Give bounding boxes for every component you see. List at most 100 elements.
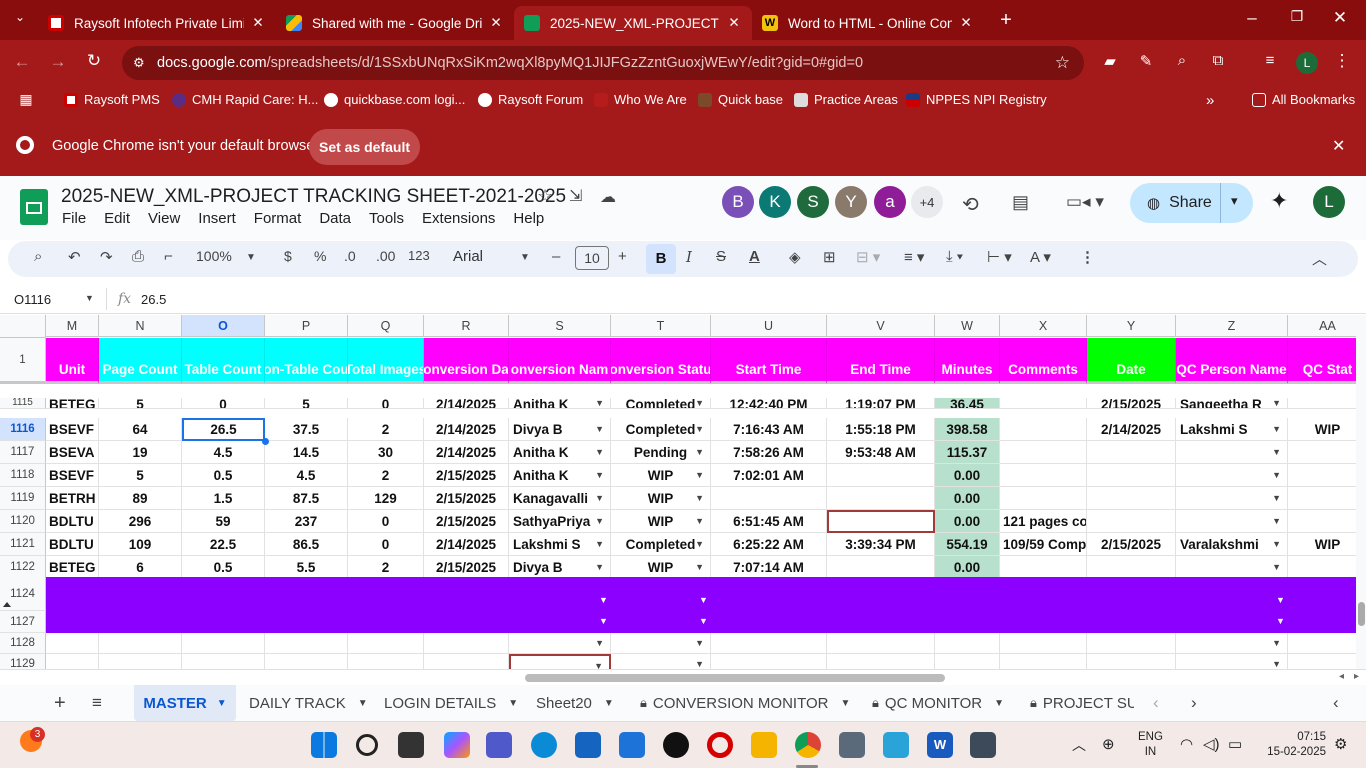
dropdown-chip-icon[interactable]: ▼ (695, 493, 704, 503)
data-cell[interactable] (265, 633, 348, 654)
data-cell[interactable]: Lakshmi S ▼ (509, 533, 611, 556)
data-cell[interactable] (827, 633, 935, 654)
collaborator-avatar[interactable]: S (797, 186, 829, 218)
data-cell[interactable]: 36.45 (935, 398, 1000, 409)
dropdown-chip-icon[interactable]: ▼ (695, 516, 704, 526)
forward-icon[interactable]: → (46, 52, 70, 72)
data-cell[interactable]: 0 (348, 533, 424, 556)
menu-edit[interactable]: Edit (104, 210, 130, 227)
data-cell[interactable]: 6 (99, 556, 182, 579)
data-cell[interactable]: 2/14/2025 (424, 533, 509, 556)
increase-font-size-icon[interactable]: + (618, 248, 627, 265)
pinned-app-icon[interactable] (839, 732, 865, 758)
data-cell[interactable]: 2 (348, 556, 424, 579)
share-dropdown-icon[interactable]: ▾ (1231, 193, 1238, 209)
dropdown-chip-icon[interactable]: ▼ (595, 516, 604, 526)
dropdown-chip-icon[interactable]: ▼ (595, 539, 604, 549)
data-cell[interactable]: 4.5 (182, 441, 265, 464)
redo-icon[interactable]: ↷ (100, 248, 113, 266)
data-cell[interactable]: ▼ (1176, 510, 1288, 533)
network-status-icon[interactable]: ⊕ (1102, 735, 1115, 753)
grouped-rows-expand-icon[interactable] (3, 601, 11, 607)
dropdown-chip-icon[interactable]: ▼ (1272, 493, 1281, 503)
italic-button[interactable]: I (686, 248, 692, 266)
data-cell[interactable]: Completed ▼ (611, 533, 711, 556)
data-cell[interactable] (424, 633, 509, 654)
header-cell[interactable]: Page Count (99, 338, 182, 384)
dropdown-chip-icon[interactable]: ▼ (695, 659, 704, 669)
move-icon[interactable]: ⇲ (569, 186, 582, 206)
decrease-font-size-icon[interactable]: – (552, 248, 560, 265)
data-cell[interactable]: 0 (348, 398, 424, 409)
data-cell[interactable]: BDLTU (46, 510, 99, 533)
dropdown-chip-icon[interactable]: ▼ (1272, 470, 1281, 480)
volume-icon[interactable]: ◁) (1203, 735, 1220, 753)
data-cell[interactable] (827, 556, 935, 579)
dropdown-chip-icon[interactable]: ▼ (695, 638, 704, 648)
bookmark-item[interactable]: NPPES NPI Registry (906, 92, 1047, 107)
infobar-close-icon[interactable]: ✕ (1332, 136, 1345, 156)
data-cell[interactable]: ▼ (509, 654, 611, 669)
data-cell[interactable] (1288, 464, 1356, 487)
data-cell[interactable] (1000, 654, 1087, 669)
data-cell[interactable]: 64 (99, 418, 182, 441)
chevron-down-icon[interactable]: ▼ (994, 698, 1004, 709)
column-header[interactable]: T (611, 315, 711, 337)
data-cell[interactable] (711, 654, 827, 669)
dropdown-chip-icon[interactable]: ▼ (1272, 447, 1281, 457)
undo-icon[interactable]: ↶ (68, 248, 81, 266)
dropdown-chip-icon[interactable]: ▼ (695, 424, 704, 434)
data-cell[interactable]: 5.5 (265, 556, 348, 579)
reload-icon[interactable]: ↻ (82, 51, 106, 71)
data-cell[interactable]: WIP ▼ (611, 556, 711, 579)
data-cell[interactable]: ▼ (1176, 654, 1288, 669)
data-cell[interactable] (1288, 510, 1356, 533)
file-explorer-icon[interactable] (751, 732, 777, 758)
data-cell[interactable]: Anitha K ▼ (509, 398, 611, 409)
decrease-decimal-button[interactable]: .0 (344, 248, 356, 264)
all-sheets-icon[interactable]: ≡ (92, 685, 102, 721)
data-cell[interactable] (827, 464, 935, 487)
all-bookmarks[interactable]: All Bookmarks (1252, 92, 1355, 107)
dropdown-chip-icon[interactable]: ▼ (1272, 398, 1281, 408)
restore-icon[interactable]: ❐ (1285, 8, 1309, 25)
data-cell[interactable] (1087, 464, 1176, 487)
task-view-icon[interactable] (398, 732, 424, 758)
row-header[interactable]: 1116 (0, 418, 46, 441)
data-cell[interactable] (827, 654, 935, 669)
sheet-tab-login-details[interactable]: LOGIN DETAILS ▼ (384, 685, 518, 721)
data-cell[interactable]: 115.37 (935, 441, 1000, 464)
data-cell[interactable]: 2/15/2025 (424, 464, 509, 487)
data-cell[interactable]: 2/15/2025 (1087, 533, 1176, 556)
name-box[interactable]: O1116 (14, 292, 51, 307)
data-cell[interactable] (182, 654, 265, 669)
data-cell[interactable]: 7:07:14 AM (711, 556, 827, 579)
dropdown-chip-icon[interactable]: ▼ (595, 398, 604, 408)
bookmark-star-icon[interactable]: ☆ (1055, 53, 1070, 73)
data-cell[interactable]: 129 (348, 487, 424, 510)
collaborator-avatar[interactable]: K (759, 186, 791, 218)
column-header[interactable]: N (99, 315, 182, 337)
column-header[interactable]: Z (1176, 315, 1288, 337)
column-header[interactable]: R (424, 315, 509, 337)
data-cell[interactable]: 9:53:48 AM (827, 441, 935, 464)
notifications-icon[interactable]: ⚙ (1334, 735, 1347, 753)
menu-extensions[interactable]: Extensions (422, 210, 495, 227)
dropdown-chip-icon[interactable]: ▼ (594, 661, 603, 669)
borders-icon[interactable]: ⊞ (823, 248, 836, 266)
data-cell[interactable]: 22.5 (182, 533, 265, 556)
row-header[interactable]: 1128 (0, 633, 46, 654)
data-cell[interactable]: 2/14/2025 (424, 441, 509, 464)
data-cell[interactable] (1000, 556, 1087, 579)
data-cell[interactable]: 59 (182, 510, 265, 533)
dropdown-chip-icon[interactable]: ▼ (595, 470, 604, 480)
dropdown-chip-icon[interactable]: ▼ (1276, 616, 1285, 626)
spreadsheet-grid[interactable]: M N O P Q R S T U V W X Y Z AA 1 Unit Page Count Table C… (0, 315, 1356, 669)
data-cell[interactable] (265, 654, 348, 669)
dropdown-chip-icon[interactable]: ▼ (595, 424, 604, 434)
bookmark-item[interactable]: quickbase.com logi... (324, 92, 465, 107)
row-header[interactable]: 1122 (0, 556, 46, 579)
data-cell[interactable]: 2/15/2025 (424, 556, 509, 579)
select-all-corner[interactable] (0, 315, 46, 338)
data-cell[interactable] (1000, 487, 1087, 510)
